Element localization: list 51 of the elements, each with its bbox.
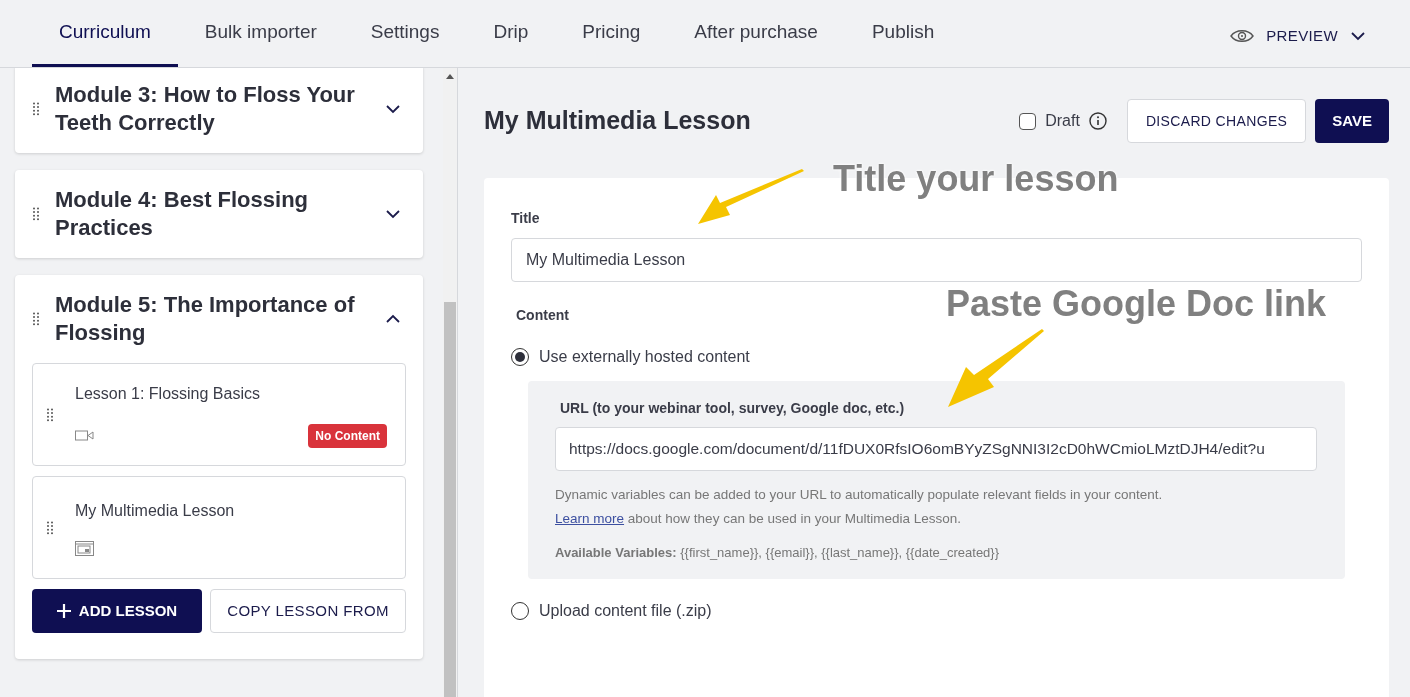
scrollbar[interactable] (443, 68, 458, 697)
discard-changes-button[interactable]: DISCARD CHANGES (1126, 99, 1307, 143)
drag-handle-icon[interactable] (33, 207, 39, 221)
variables-text: Available Variables: {{first_name}}, {{email}}, {{last_name}}, {{date_created}} (555, 543, 1001, 562)
module-title: Module 4: Best Flossing Practices (55, 186, 310, 242)
module-title: Module 3: How to Floss Your Teeth Correctly (55, 81, 356, 137)
lesson-card[interactable]: My Multimedia Lesson (32, 476, 406, 579)
nav-tab[interactable]: Publish (844, 17, 962, 67)
drag-handle-icon[interactable] (47, 520, 53, 535)
chevron-down-icon[interactable] (385, 104, 401, 114)
drag-handle-icon[interactable] (33, 102, 39, 116)
annotation-text: Title your lesson (833, 157, 1119, 201)
lesson-title: Lesson 1: Flossing Basics (75, 383, 261, 404)
draft-label: Draft (1045, 111, 1080, 131)
info-icon (1088, 112, 1107, 130)
scroll-up-icon (446, 74, 454, 79)
preview-button[interactable]: PREVIEW (1230, 24, 1378, 67)
learn-more-link[interactable]: Learn more (555, 511, 625, 527)
nav-tab[interactable]: After purchase (667, 17, 845, 67)
drag-handle-icon[interactable] (47, 407, 53, 422)
lesson-card[interactable]: Lesson 1: Flossing Basics No Content (32, 363, 406, 466)
help-text: Dynamic variables can be added to your URL to automatically populate relevant fields in your content. (555, 486, 1164, 504)
module-title: Module 5: The Importance of Flossing (55, 291, 356, 347)
radio-label: Use externally hosted content (539, 347, 750, 367)
nav-tab[interactable]: Settings (343, 17, 467, 67)
radio-label: Upload content file (.zip) (539, 601, 712, 621)
field-label: Content (516, 306, 569, 325)
eye-icon (1230, 27, 1255, 44)
status-badge: No Content (308, 423, 387, 448)
nav-tab[interactable]: Pricing (555, 17, 668, 67)
copy-lesson-button[interactable]: COPY LESSON FROM (210, 589, 406, 633)
nav-tab[interactable]: Bulk importer (177, 17, 344, 67)
lesson-heading: My Multimedia Lesson (484, 105, 752, 137)
annotation-text: Paste Google Doc link (946, 282, 1327, 326)
nav-tab[interactable]: Drip (466, 17, 556, 67)
add-lesson-button[interactable]: ADD LESSON (32, 589, 202, 633)
chevron-down-icon[interactable] (1350, 30, 1366, 41)
chevron-up-icon[interactable] (385, 314, 401, 324)
lesson-title: My Multimedia Lesson (75, 501, 236, 521)
video-camera-icon (75, 430, 94, 441)
chevron-down-icon[interactable] (385, 209, 401, 219)
draft-checkbox[interactable] (1019, 112, 1037, 130)
save-button[interactable]: SAVE (1315, 99, 1389, 143)
url-input[interactable]: https://docs.google.com/document/d/11fDUX0RfsIO6omBYyZSgNNI3I2cD0hWCmioLMztDJH4/edit?u (555, 427, 1317, 471)
field-label: Title (511, 209, 540, 228)
help-text: Learn more about how they can be used in your Multimedia Lesson. (555, 510, 962, 529)
title-input[interactable]: My Multimedia Lesson (511, 238, 1362, 282)
window-icon (75, 541, 94, 556)
plus-icon (56, 604, 71, 618)
drag-handle-icon[interactable] (33, 312, 39, 326)
field-label: URL (to your webinar tool, survey, Google doc, etc.) (560, 399, 905, 418)
